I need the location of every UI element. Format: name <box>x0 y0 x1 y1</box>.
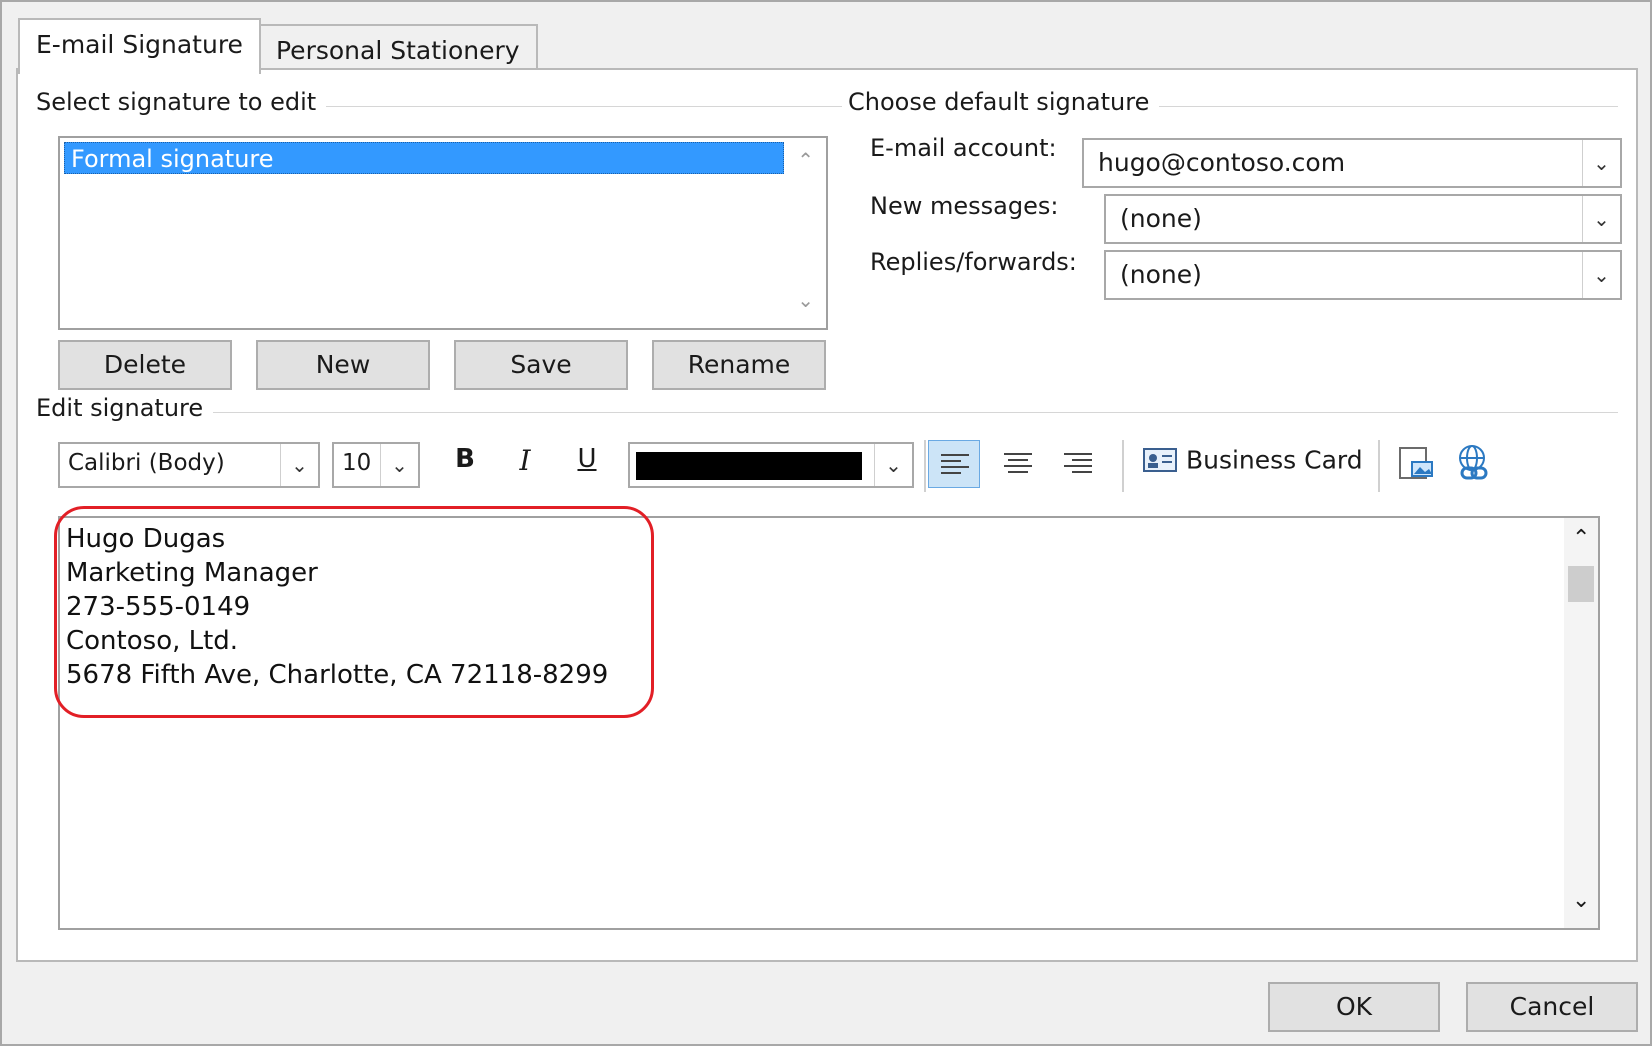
tab-label: E-mail Signature <box>36 30 243 59</box>
list-item-label: Formal signature <box>71 145 274 173</box>
tab-personal-stationery[interactable]: Personal Stationery <box>258 24 538 72</box>
insert-picture-icon <box>1399 447 1433 479</box>
new-messages-select[interactable]: (none) ⌄ <box>1104 194 1622 244</box>
scroll-thumb[interactable] <box>1568 566 1594 602</box>
chevron-down-icon[interactable]: ⌄ <box>1582 140 1620 186</box>
font-select[interactable]: Calibri (Body) ⌄ <box>58 442 320 488</box>
highlight-ring <box>54 506 654 718</box>
font-color-select[interactable]: ⌄ <box>628 442 914 488</box>
select-value: hugo@contoso.com <box>1098 148 1346 177</box>
chevron-down-icon[interactable]: ⌄ <box>380 444 418 486</box>
list-item-formal-signature[interactable]: Formal signature <box>64 142 784 174</box>
insert-hyperlink-button[interactable] <box>1452 442 1496 486</box>
font-size-select[interactable]: 10 ⌄ <box>332 442 420 488</box>
button-label: Save <box>510 350 572 379</box>
default-section-label: Choose default signature <box>848 88 1160 116</box>
color-swatch <box>636 452 862 480</box>
select-section-label: Select signature to edit <box>36 88 327 116</box>
signatures-dialog: E-mail Signature Personal Stationery Sel… <box>0 0 1652 1046</box>
chevron-down-icon[interactable]: ⌄ <box>874 444 912 486</box>
button-label: Cancel <box>1509 992 1595 1021</box>
new-messages-label: New messages: <box>870 192 1059 220</box>
chevron-down-icon[interactable]: ⌄ <box>280 444 318 486</box>
button-label: OK <box>1335 992 1373 1021</box>
italic-button[interactable]: I <box>508 444 542 477</box>
underline-button[interactable]: U <box>570 444 604 474</box>
divider <box>36 412 1618 413</box>
align-center-button[interactable] <box>992 440 1044 488</box>
align-right-icon <box>1064 453 1092 473</box>
align-left-icon <box>941 454 969 474</box>
bold-button[interactable]: B <box>448 444 482 474</box>
editor-scrollbar[interactable]: ⌃ ⌄ <box>1564 518 1598 928</box>
save-button[interactable]: Save <box>454 340 628 390</box>
underline-icon: U <box>577 444 597 474</box>
align-right-button[interactable] <box>1052 440 1104 488</box>
toolbar-separator <box>1122 440 1124 492</box>
toolbar-separator <box>924 440 926 492</box>
button-label: New <box>315 350 371 379</box>
business-card-icon <box>1143 448 1177 472</box>
edit-section-label: Edit signature <box>36 394 214 422</box>
delete-button[interactable]: Delete <box>58 340 232 390</box>
select-value: (none) <box>1120 204 1202 233</box>
new-button[interactable]: New <box>256 340 430 390</box>
hyperlink-icon <box>1459 445 1488 480</box>
replies-forwards-label: Replies/forwards: <box>870 248 1077 276</box>
scroll-up-icon[interactable]: ⌃ <box>797 148 814 172</box>
scroll-down-icon[interactable]: ⌄ <box>797 288 814 312</box>
italic-icon: I <box>519 444 531 477</box>
font-value: Calibri (Body) <box>68 450 225 476</box>
insert-picture-button[interactable] <box>1394 442 1438 486</box>
button-label: Rename <box>687 350 791 379</box>
bold-icon: B <box>455 444 475 474</box>
button-label: Delete <box>103 350 187 379</box>
scroll-up-icon[interactable]: ⌃ <box>1572 526 1590 551</box>
signature-list[interactable]: Formal signature ⌃ ⌄ <box>58 136 828 330</box>
scroll-down-icon[interactable]: ⌄ <box>1572 888 1590 913</box>
chevron-down-icon[interactable]: ⌄ <box>1582 252 1620 298</box>
business-card-button[interactable]: Business Card <box>1142 444 1363 488</box>
cancel-button[interactable]: Cancel <box>1466 982 1638 1032</box>
tab-label: Personal Stationery <box>276 36 520 65</box>
select-value: (none) <box>1120 260 1202 289</box>
replies-forwards-select[interactable]: (none) ⌄ <box>1104 250 1622 300</box>
chevron-down-icon[interactable]: ⌄ <box>1582 196 1620 242</box>
business-card-label: Business Card <box>1185 445 1363 475</box>
align-center-icon <box>1004 453 1032 473</box>
signature-editor[interactable]: Hugo Dugas Marketing Manager 273-555-014… <box>54 506 1600 930</box>
size-value: 10 <box>342 450 372 476</box>
ok-button[interactable]: OK <box>1268 982 1440 1032</box>
rename-button[interactable]: Rename <box>652 340 826 390</box>
email-account-label: E-mail account: <box>870 134 1057 162</box>
align-left-button[interactable] <box>928 440 980 488</box>
email-account-select[interactable]: hugo@contoso.com ⌄ <box>1082 138 1622 188</box>
toolbar-separator <box>1378 440 1380 492</box>
tab-email-signature[interactable]: E-mail Signature <box>18 18 261 74</box>
